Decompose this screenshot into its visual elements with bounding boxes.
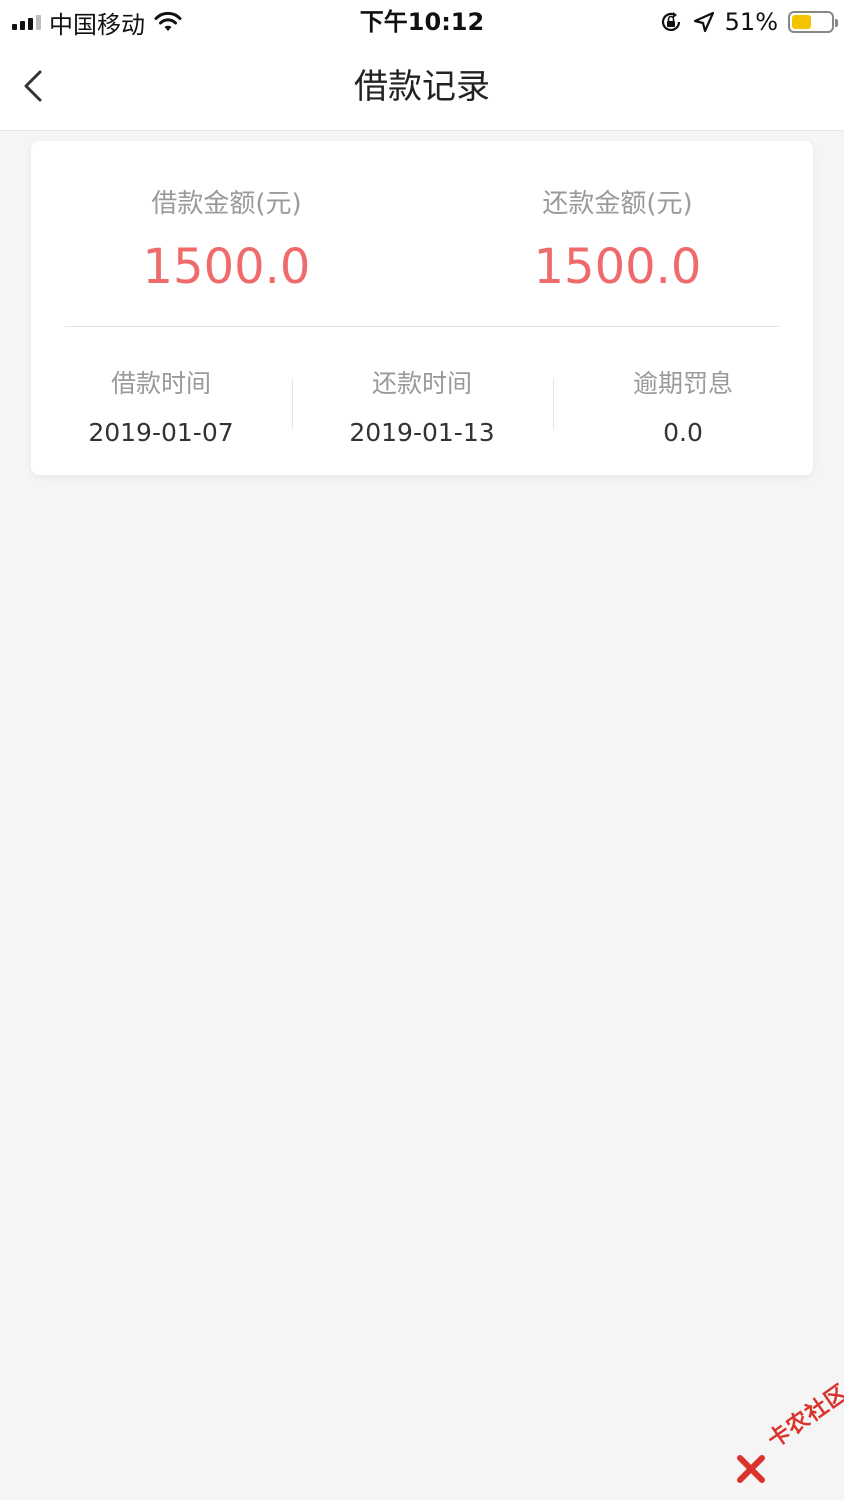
location-icon: [693, 11, 714, 33]
penalty-label: 逾期罚息: [632, 369, 733, 398]
repay-amount-value: 1500.0: [533, 239, 702, 295]
loan-amount-label: 借款金额(元): [151, 189, 302, 219]
repay-amount-label: 还款金额(元): [542, 189, 693, 219]
page-title: 借款记录: [354, 67, 490, 107]
battery-level: [792, 15, 812, 29]
status-bar: 中国移动 下午10:12 51%: [0, 0, 844, 44]
battery-percent: 51%: [724, 8, 778, 36]
repay-time-label: 还款时间: [371, 369, 472, 398]
loan-record-card: 借款金额(元) 1500.0 还款金额(元) 1500.0 借款时间 2019-…: [31, 141, 813, 475]
repay-time-value: 2019-01-13: [349, 418, 495, 447]
loan-time-label: 借款时间: [110, 369, 211, 398]
loan-time-value: 2019-01-07: [88, 418, 234, 447]
rotation-lock-icon: [661, 12, 680, 31]
nav-bar: 借款记录: [0, 44, 844, 131]
status-right: 51%: [659, 6, 838, 38]
watermark-logo: 卡农社区: [736, 1380, 844, 1486]
loan-amount-block: 借款金额(元) 1500.0: [31, 185, 422, 303]
loan-amount-value: 1500.0: [142, 239, 311, 295]
loan-time-block: 借款时间 2019-01-07: [31, 367, 291, 450]
divider: [65, 326, 779, 327]
penalty-value: 0.0: [663, 418, 703, 447]
repay-amount-block: 还款金额(元) 1500.0: [422, 185, 813, 303]
repay-time-block: 还款时间 2019-01-13: [292, 367, 552, 450]
battery-icon: [788, 11, 838, 33]
watermark-text: 卡农社区: [763, 1380, 844, 1454]
penalty-block: 逾期罚息 0.0: [553, 367, 813, 450]
watermark-mark-icon: [737, 1455, 765, 1483]
